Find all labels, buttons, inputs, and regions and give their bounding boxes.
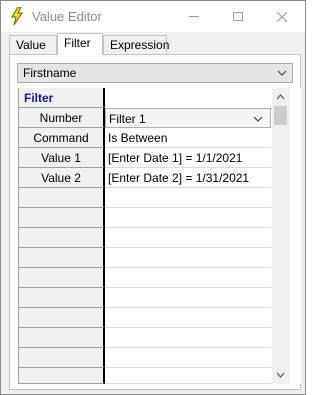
tab-expression[interactable]: Expression (103, 35, 170, 55)
grid-empty-row[interactable] (19, 328, 271, 348)
grid-empty-key (19, 188, 105, 208)
field-select-value: Firstname (23, 66, 77, 80)
grid-empty-row[interactable] (19, 268, 271, 288)
grid-empty-key (19, 208, 105, 228)
grid-empty-key (19, 328, 105, 348)
grid-row-value[interactable]: Is Between (105, 128, 271, 148)
grid-empty-value[interactable] (105, 228, 271, 248)
title-bar[interactable]: Value Editor (1, 1, 305, 32)
grid-empty-row[interactable] (19, 248, 271, 268)
scroll-down-icon[interactable] (275, 369, 286, 380)
grid-empty-value[interactable] (105, 288, 271, 308)
number-dropdown[interactable]: Filter 1 (105, 108, 271, 128)
lightning-icon (10, 6, 24, 26)
grid-empty-key (19, 288, 105, 308)
grid-empty-row[interactable] (19, 208, 271, 228)
grid-row-key: Value 1 (19, 148, 105, 168)
chevron-down-icon (253, 116, 263, 122)
grid-empty-value[interactable] (105, 248, 271, 268)
grid-header-row: Filter (19, 88, 271, 108)
grid-row-key: Command (19, 128, 105, 148)
scroll-thumb[interactable] (274, 106, 287, 125)
maximize-icon (233, 12, 243, 21)
grid-row-key: Value 2 (19, 168, 105, 188)
close-button[interactable] (260, 1, 304, 32)
tab-value-label: Value (16, 38, 46, 52)
grid-empty-row[interactable] (19, 288, 271, 308)
minimize-icon (189, 16, 199, 17)
grid-header-value (105, 88, 271, 108)
window-title: Value Editor (32, 9, 102, 24)
grid-header-label: Filter (19, 88, 105, 108)
grid-row-value[interactable]: [Enter Date 2] = 1/31/2021 (105, 168, 271, 188)
value-editor-window: Value Editor Value Filter Expression Fir… (0, 0, 306, 395)
grid-empty-value[interactable] (105, 308, 271, 328)
tab-expression-label: Expression (110, 38, 170, 52)
number-dropdown-value: Filter 1 (109, 112, 146, 126)
minimize-button[interactable] (172, 1, 216, 32)
grid-empty-value[interactable] (105, 188, 271, 208)
grid-row-value[interactable]: [Enter Date 1] = 1/1/2021 (105, 148, 271, 168)
field-select[interactable]: Firstname (17, 63, 293, 83)
grid-empty-row[interactable] (19, 308, 271, 328)
grid-row-value-1[interactable]: Value 1 [Enter Date 1] = 1/1/2021 (19, 148, 271, 168)
grid-empty-row[interactable] (19, 348, 271, 368)
grid-empty-key (19, 248, 105, 268)
maximize-button[interactable] (216, 1, 260, 32)
scroll-up-icon[interactable] (275, 92, 286, 103)
grid-empty-row[interactable] (19, 368, 271, 384)
grid-row-value-2[interactable]: Value 2 [Enter Date 2] = 1/31/2021 (19, 168, 271, 188)
chevron-down-icon (277, 70, 287, 76)
property-grid: Filter Number Filter 1 Command Is Betwee… (18, 88, 301, 384)
grid-row-key: Number (19, 108, 105, 128)
grid-empty-row[interactable] (19, 228, 271, 248)
grid-row-number[interactable]: Number Filter 1 (19, 108, 271, 128)
grid-row-command[interactable]: Command Is Between (19, 128, 271, 148)
grid-empty-value[interactable] (105, 268, 271, 288)
tab-value[interactable]: Value (9, 35, 57, 55)
filter-panel: Firstname Filter Number Filter 1 Command… (9, 54, 301, 390)
grid-empty-key (19, 368, 105, 384)
grid-empty-value[interactable] (105, 368, 271, 388)
grid-empty-value[interactable] (105, 328, 271, 348)
tab-filter-label: Filter (64, 36, 91, 50)
close-icon (277, 11, 287, 22)
grid-empty-row[interactable] (19, 188, 271, 208)
grid-empty-key (19, 268, 105, 288)
grid-empty-key (19, 228, 105, 248)
grid-empty-value[interactable] (105, 348, 271, 368)
grid-empty-value[interactable] (105, 208, 271, 228)
vertical-scrollbar[interactable] (272, 88, 289, 384)
grid-empty-key (19, 308, 105, 328)
tab-filter[interactable]: Filter (57, 33, 103, 55)
grid-empty-key (19, 348, 105, 368)
